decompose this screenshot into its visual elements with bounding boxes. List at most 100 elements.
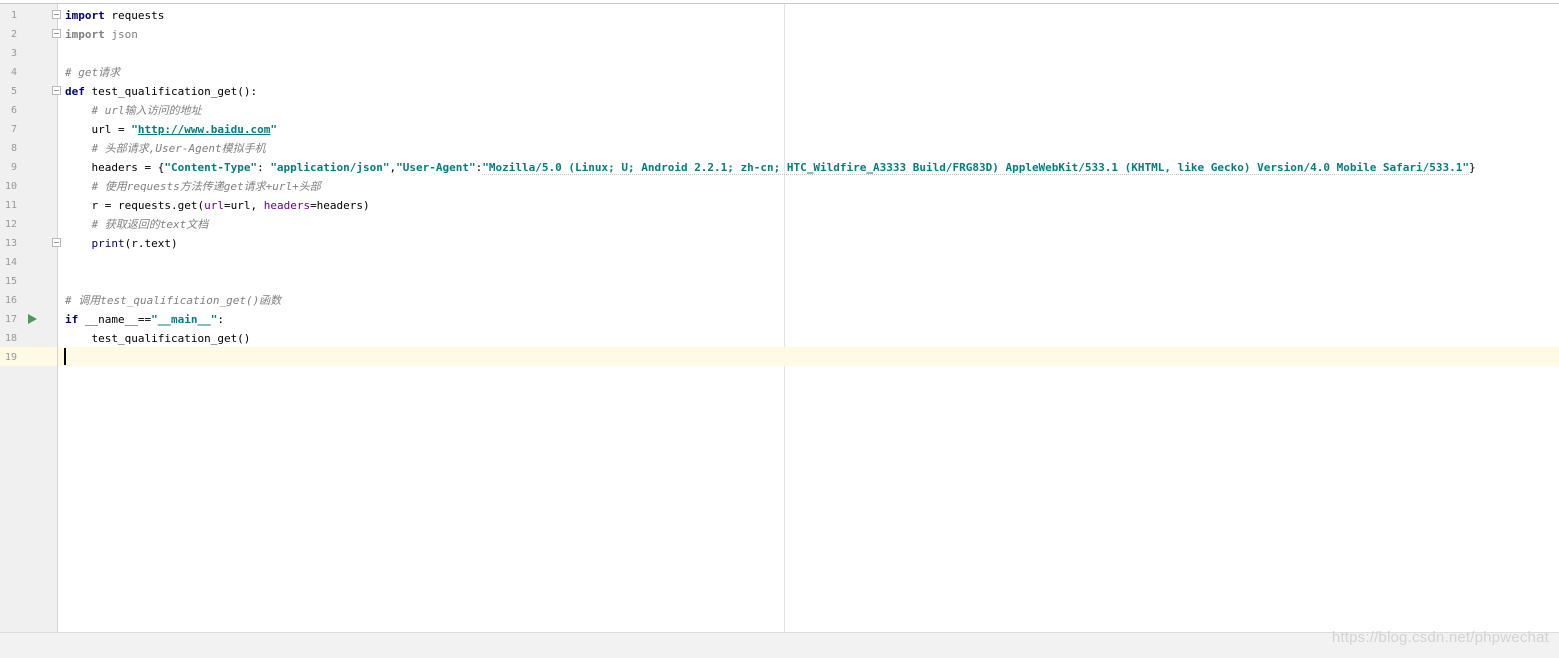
code-text: # 获取返回的text文档	[65, 215, 209, 234]
code-token: =headers)	[310, 199, 370, 212]
fold-marker-icon[interactable]	[52, 238, 61, 247]
code-token: # url输入访问的地址	[91, 104, 202, 117]
code-token: json	[104, 28, 138, 41]
code-text: r = requests.get(url=url, headers=header…	[65, 196, 370, 215]
line-number: 6	[10, 105, 17, 116]
code-token: headers	[263, 199, 311, 212]
code-token: :	[257, 161, 271, 174]
code-line[interactable]: 5 def test_qualification_get():	[0, 82, 1559, 101]
code-token: import	[65, 28, 105, 41]
code-text: if __name__=="__main__":	[65, 310, 224, 329]
code-line[interactable]: 14	[0, 253, 1559, 272]
code-line[interactable]: 9 headers = {"Content-Type": "applicatio…	[0, 158, 1559, 177]
code-line[interactable]: 12 # 获取返回的text文档	[0, 215, 1559, 234]
line-number: 16	[4, 295, 17, 306]
code-token: "application/json"	[270, 161, 390, 174]
code-line[interactable]: 18 test_qualification_get()	[0, 329, 1559, 348]
code-text: import json	[65, 25, 138, 44]
line-number: 4	[10, 67, 17, 78]
code-token: (r.text)	[124, 237, 178, 250]
code-text: print(r.text)	[65, 234, 178, 253]
code-text: import requests	[65, 6, 164, 25]
code-line[interactable]: 2 import json	[0, 25, 1559, 44]
code-token: if	[65, 313, 79, 326]
code-token: # 使用requests方法传递get请求+url+头部	[91, 180, 321, 193]
code-token: r = requests.get(	[65, 199, 205, 212]
code-token: import	[65, 9, 105, 22]
code-text: def test_qualification_get():	[65, 82, 257, 101]
line-number: 7	[10, 124, 17, 135]
code-token: # get请求	[65, 66, 121, 79]
code-line[interactable]: 1 import requests	[0, 6, 1559, 25]
line-number: 5	[10, 86, 17, 97]
code-token: test_qualification_get()	[65, 332, 251, 345]
code-text: # url输入访问的地址	[65, 101, 202, 120]
code-line[interactable]: 19	[0, 348, 1559, 367]
line-number: 19	[4, 352, 17, 363]
code-text: # 调用test_qualification_get()函数	[65, 291, 281, 310]
code-text: url = "http://www.baidu.com"	[65, 120, 277, 139]
line-number: 3	[10, 48, 17, 59]
line-number: 2	[10, 29, 17, 40]
code-line[interactable]: 13 print(r.text)	[0, 234, 1559, 253]
code-token: http://www.baidu.com	[137, 123, 271, 136]
code-text: test_qualification_get()	[65, 329, 250, 348]
code-token: requests	[104, 9, 165, 22]
code-text: # 使用requests方法传递get请求+url+头部	[65, 177, 321, 196]
line-number: 18	[4, 333, 17, 344]
fold-marker-icon[interactable]	[52, 10, 61, 19]
code-token: print	[91, 237, 125, 250]
code-token: }	[1469, 161, 1476, 174]
code-line[interactable]: 11 r = requests.get(url=url, headers=hea…	[0, 196, 1559, 215]
fold-marker-icon[interactable]	[52, 29, 61, 38]
fold-marker-icon[interactable]	[52, 86, 61, 95]
horizontal-scroll-area[interactable]	[0, 632, 1559, 658]
code-line[interactable]: 10 # 使用requests方法传递get请求+url+头部	[0, 177, 1559, 196]
line-number: 17	[4, 314, 17, 325]
line-number: 11	[4, 200, 17, 211]
code-line[interactable]: 8 # 头部请求,User-Agent模拟手机	[0, 139, 1559, 158]
code-token: "__main__"	[151, 313, 218, 326]
code-token: # 获取返回的text文档	[91, 218, 209, 231]
code-line[interactable]: 6 # url输入访问的地址	[0, 101, 1559, 120]
code-token: url	[204, 199, 224, 212]
code-token: headers = {	[65, 161, 165, 174]
text-caret	[64, 348, 66, 365]
code-line[interactable]: 16 # 调用test_qualification_get()函数	[0, 291, 1559, 310]
line-number: 14	[4, 257, 17, 268]
line-number: 8	[10, 143, 17, 154]
code-line[interactable]: 7 url = "http://www.baidu.com"	[0, 120, 1559, 139]
code-token: # 调用test_qualification_get()函数	[65, 294, 282, 307]
code-line[interactable]: 15	[0, 272, 1559, 291]
code-text: headers = {"Content-Type": "application/…	[65, 158, 1476, 177]
watermark: https://blog.csdn.net/phpwechat	[1331, 629, 1549, 646]
line-number: 10	[4, 181, 17, 192]
code-line[interactable]: 17 if __name__=="__main__":	[0, 310, 1559, 329]
code-text: # 头部请求,User-Agent模拟手机	[65, 139, 266, 158]
code-token: url =	[65, 123, 132, 136]
line-number: 1	[10, 10, 17, 21]
code-token: # 头部请求,User-Agent模拟手机	[91, 142, 266, 155]
code-token: =url,	[223, 199, 264, 212]
top-border	[0, 3, 1559, 4]
code-token: def	[65, 85, 85, 98]
code-token: "	[270, 123, 277, 136]
code-text: # get请求	[65, 63, 120, 82]
code-token: "Mozilla/5.0 (Linux; U; Android 2.2.1; z…	[482, 161, 1470, 175]
code-token: "Content-Type"	[164, 161, 258, 174]
line-number: 9	[10, 162, 17, 173]
code-token: "User-Agent"	[396, 161, 476, 174]
code-line[interactable]: 4 # get请求	[0, 63, 1559, 82]
code-token: test_qualification_get():	[84, 85, 258, 98]
line-number: 13	[4, 238, 17, 249]
run-arrow-icon[interactable]	[28, 314, 37, 324]
code-line[interactable]: 3	[0, 44, 1559, 63]
line-number: 12	[4, 219, 17, 230]
code-token: "	[131, 123, 138, 136]
code-token: __name__==	[78, 313, 152, 326]
